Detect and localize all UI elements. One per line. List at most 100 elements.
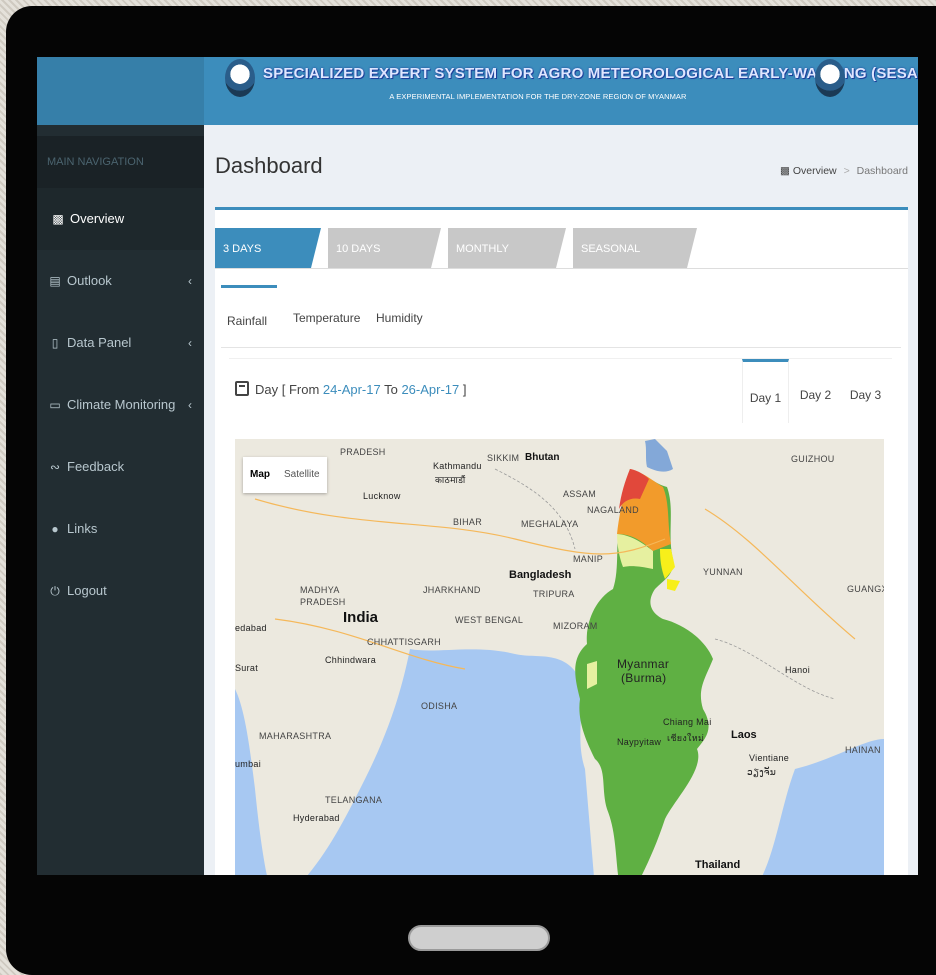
variable-tabs: Rainfall Temperature Humidity [221, 285, 901, 348]
sidebar-item-logout[interactable]: ⏻ Logout [37, 560, 204, 622]
map-type-toggle: Map Satellite [243, 457, 327, 493]
map-label: WEST BENGAL [455, 615, 524, 625]
map-label: Bhutan [525, 452, 560, 463]
main-content: Dashboard ▩ Overview > Dashboard 3 DAYS … [204, 125, 918, 875]
map-label: HAINAN [845, 745, 881, 755]
date-range-suffix: ] [459, 382, 467, 397]
chevron-left-icon: ‹ [188, 274, 192, 288]
map-label: Laos [731, 729, 757, 741]
banner-subtitle: A EXPERIMENTAL IMPLEMENTATION FOR THE DR… [389, 92, 687, 101]
map-label: SIKKIM [487, 453, 520, 463]
sidebar-item-label: Overview [70, 211, 125, 226]
sidebar-item-overview[interactable]: ▩ Overview [37, 188, 204, 250]
top-header: SPECIALIZED EXPERT SYSTEM FOR AGRO METEO… [37, 57, 918, 125]
breadcrumb-current: Dashboard [856, 165, 908, 177]
map-label: Vientiane [749, 753, 790, 763]
map-label: (Burma) [621, 671, 667, 685]
map-label: MANIP [573, 554, 604, 564]
forecast-box: 3 DAYS FORECAST 10 DAYS FORECAST MONTHLY… [215, 207, 908, 875]
sidebar-item-data-panel[interactable]: ▯ Data Panel ‹ [37, 312, 204, 374]
map-label: Hyderabad [293, 813, 340, 823]
laptop-icon: ▭ [49, 398, 61, 412]
newspaper-icon: ▤ [49, 274, 61, 288]
map-label: PRADESH [300, 597, 346, 607]
tab-monthly-forecast[interactable]: MONTHLY FORECAST [448, 228, 563, 297]
sidebar-item-feedback[interactable]: ∾ Feedback [37, 436, 204, 498]
date-from: 24-Apr-17 [322, 382, 381, 397]
tab-seasonal-forecast[interactable]: SEASONAL FORECAST [573, 228, 693, 297]
chevron-left-icon: ‹ [188, 398, 192, 412]
map-label: TRIPURA [533, 589, 575, 599]
day-tabs: Day 1 Day 2 Day 3 [742, 359, 892, 423]
tab-day-1[interactable]: Day 1 [742, 359, 789, 423]
sidebar-item-label: Links [67, 521, 98, 536]
map-label: Naypyitaw [617, 737, 662, 747]
sidebar: MAIN NAVIGATION ▩ Overview ▤ Outlook ‹ ▯ Da… [37, 125, 204, 875]
sidebar-item-links[interactable]: ● Links [37, 498, 204, 560]
map-label: ODISHA [421, 701, 458, 711]
map-type-satellite-button[interactable]: Satellite [277, 457, 327, 493]
map-label: Chhindwara [325, 655, 377, 665]
sidebar-item-label: Data Panel [67, 335, 132, 350]
map-label: Bangladesh [509, 569, 572, 581]
left-logo-icon [225, 59, 255, 97]
sidebar-item-label: Outlook [67, 273, 112, 288]
logo-area [37, 57, 204, 125]
map-label: MAHARASHTRA [259, 731, 332, 741]
map-label: JHARKHAND [423, 585, 481, 595]
map-label: NAGALAND [587, 505, 639, 515]
sidebar-item-label: Logout [67, 583, 107, 598]
app-screen: SPECIALIZED EXPERT SYSTEM FOR AGRO METEO… [37, 57, 918, 875]
tab-10-days-forecast[interactable]: 10 DAYS FORECAST [328, 228, 438, 297]
globe-icon: ● [51, 522, 59, 536]
power-icon: ⏻ [50, 584, 60, 598]
nav-header: MAIN NAVIGATION [37, 136, 204, 188]
map-label: GUANGX [847, 584, 884, 594]
page-title: Dashboard [215, 153, 323, 178]
sidebar-item-climate-monitoring[interactable]: ▭ Climate Monitoring ‹ [37, 374, 204, 436]
map-label: YUNNAN [703, 567, 743, 577]
map-label: Kathmandu [433, 461, 482, 471]
date-to: 26-Apr-17 [401, 382, 460, 397]
map-label: GUIZHOU [791, 454, 835, 464]
map-label: edabad [235, 623, 267, 633]
tab-day-3[interactable]: Day 3 [842, 359, 889, 423]
banner-title: SPECIALIZED EXPERT SYSTEM FOR AGRO METEO… [263, 65, 918, 82]
map-label: Myanmar [617, 657, 670, 671]
date-range-heading: Day [ From 24-Apr-17 To 26-Apr-17 ] [235, 379, 466, 397]
rainfall-map[interactable]: Map Satellite PRADESH Kathmandu काठमाडौं … [235, 439, 884, 875]
dashboard-icon: ▩ [52, 212, 64, 226]
map-label: Surat [235, 663, 259, 673]
breadcrumb-home[interactable]: Overview [793, 165, 837, 177]
map-type-map-button[interactable]: Map [243, 457, 277, 493]
date-to-word: To [380, 382, 402, 397]
map-label: Lucknow [363, 491, 401, 501]
date-range-prefix: Day [ From [255, 382, 323, 397]
chevron-left-icon: ‹ [188, 336, 192, 350]
tab-3-days-forecast[interactable]: 3 DAYS FORECAST [215, 228, 315, 297]
map-label: Chiang Mai [663, 717, 712, 727]
map-label: umbai [235, 759, 262, 769]
map-label: BIHAR [453, 517, 483, 527]
sidebar-item-outlook[interactable]: ▤ Outlook ‹ [37, 250, 204, 312]
tab-divider [215, 268, 908, 269]
tab-temperature[interactable]: Temperature [293, 285, 360, 347]
map-label: PRADESH [340, 447, 386, 457]
forecast-tabs: 3 DAYS FORECAST 10 DAYS FORECAST MONTHLY… [215, 228, 908, 297]
map-label: Thailand [695, 859, 741, 871]
breadcrumb: ▩ Overview > Dashboard [780, 165, 908, 177]
rainfall-panel: Day [ From 24-Apr-17 To 26-Apr-17 ] Day … [229, 358, 892, 875]
sidebar-item-label: Climate Monitoring [67, 397, 176, 412]
map-label: India [343, 609, 379, 626]
map-label: เชียงใหม่ [667, 733, 705, 743]
right-logo-icon [815, 59, 845, 97]
tab-day-2[interactable]: Day 2 [792, 359, 839, 423]
map-label: MEGHALAYA [521, 519, 579, 529]
tab-rainfall[interactable]: Rainfall [221, 285, 277, 347]
tab-humidity[interactable]: Humidity [376, 285, 423, 347]
tablet-icon: ▯ [51, 336, 59, 350]
device-button [408, 925, 550, 951]
map-label: CHHATTISGARH [367, 637, 441, 647]
map-label: TELANGANA [325, 795, 383, 805]
rss-icon: ∾ [49, 460, 61, 474]
